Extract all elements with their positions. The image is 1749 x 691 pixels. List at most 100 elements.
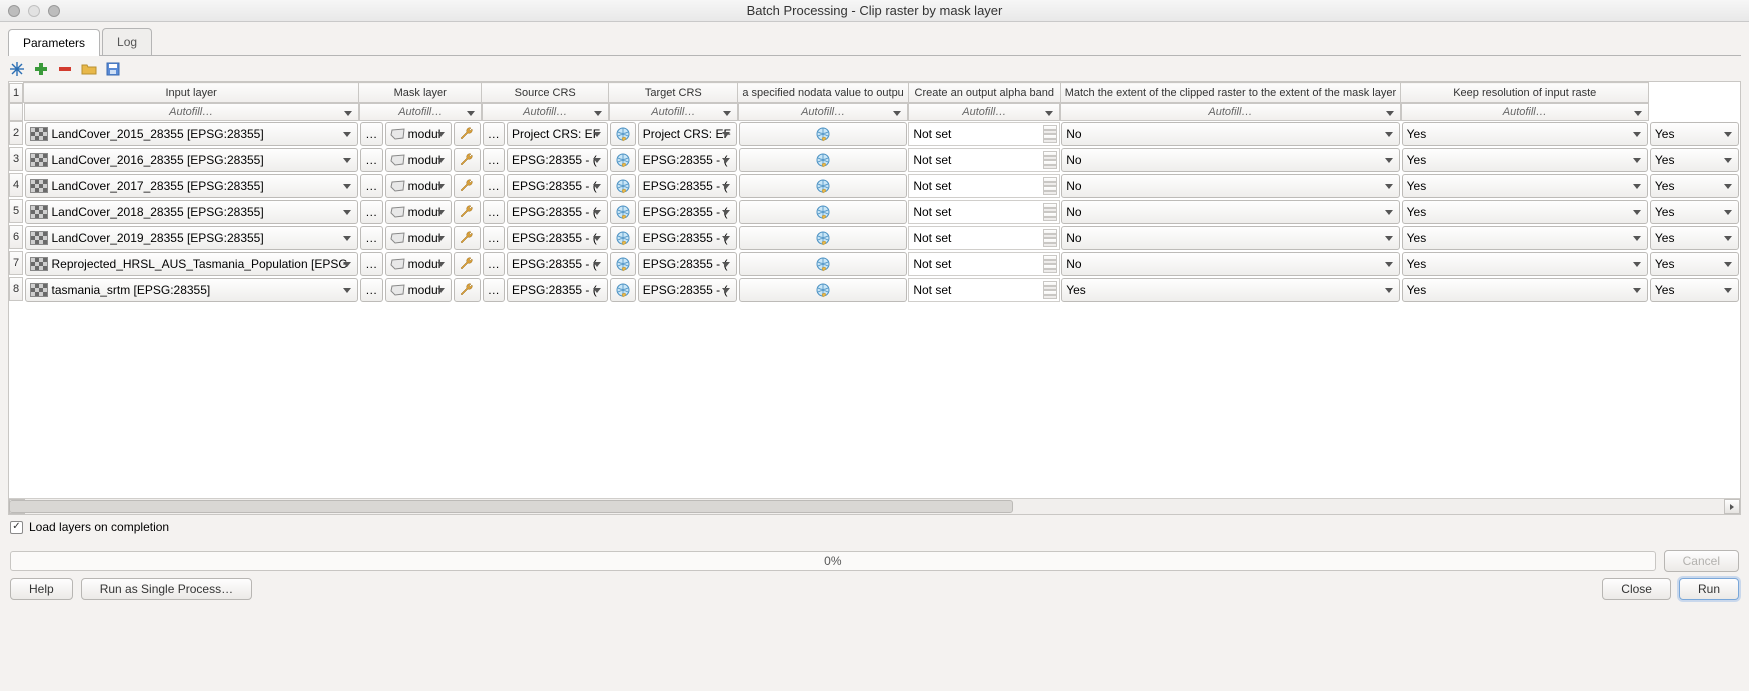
nodata-input[interactable]: Not set	[908, 174, 1060, 198]
input-layer-browse[interactable]: …	[360, 174, 383, 198]
mask-layer-selector[interactable]: modul	[385, 122, 452, 146]
input-layer-selector[interactable]: Reprojected_HRSL_AUS_Tasmania_Population…	[25, 252, 358, 276]
col-match-extent[interactable]: Match the extent of the clipped raster t…	[1060, 83, 1400, 103]
autofill-nodata[interactable]: Autofill…	[738, 103, 908, 121]
keep-resolution-selector[interactable]: Yes	[1650, 252, 1739, 276]
col-target-crs[interactable]: Target CRS	[609, 83, 738, 103]
keep-resolution-selector[interactable]: Yes	[1650, 122, 1739, 146]
scroll-thumb[interactable]	[9, 500, 1013, 513]
source-crs-picker[interactable]	[610, 226, 636, 250]
source-crs-selector[interactable]: EPSG:28355 - (	[507, 200, 608, 224]
nodata-input[interactable]: Not set	[908, 200, 1060, 224]
target-crs-selector[interactable]: EPSG:28355 - (	[638, 252, 737, 276]
target-crs-picker[interactable]	[739, 122, 907, 146]
tab-parameters[interactable]: Parameters	[8, 29, 100, 56]
mask-browse-button[interactable]: …	[483, 278, 505, 302]
mask-browse-button[interactable]: …	[483, 252, 505, 276]
source-crs-selector[interactable]: EPSG:28355 - (	[507, 252, 608, 276]
mask-layer-selector[interactable]: modul	[385, 174, 452, 198]
mask-layer-selector[interactable]: modul	[385, 226, 452, 250]
input-layer-selector[interactable]: tasmania_srtm [EPSG:28355]	[25, 278, 358, 302]
input-layer-selector[interactable]: LandCover_2015_28355 [EPSG:28355]	[25, 122, 358, 146]
input-layer-browse[interactable]: …	[360, 200, 383, 224]
source-crs-picker[interactable]	[610, 174, 636, 198]
nodata-input[interactable]: Not set	[908, 148, 1060, 172]
keep-resolution-selector[interactable]: Yes	[1650, 174, 1739, 198]
alpha-selector[interactable]: No	[1061, 122, 1399, 146]
source-crs-selector[interactable]: Project CRS: EF	[507, 122, 608, 146]
target-crs-picker[interactable]	[739, 226, 907, 250]
match-extent-selector[interactable]: Yes	[1402, 252, 1648, 276]
source-crs-selector[interactable]: EPSG:28355 - (	[507, 226, 608, 250]
col-source-crs[interactable]: Source CRS	[482, 83, 609, 103]
target-crs-selector[interactable]: EPSG:28355 - (	[638, 200, 737, 224]
nodata-spinner[interactable]	[1043, 125, 1057, 143]
horizontal-scrollbar[interactable]	[9, 498, 1740, 514]
target-crs-picker[interactable]	[739, 252, 907, 276]
target-crs-selector[interactable]: Project CRS: EF	[638, 122, 737, 146]
input-layer-selector[interactable]: LandCover_2017_28355 [EPSG:28355]	[25, 174, 358, 198]
open-icon[interactable]	[80, 60, 98, 78]
nodata-input[interactable]: Not set	[908, 252, 1060, 276]
match-extent-selector[interactable]: Yes	[1402, 200, 1648, 224]
target-crs-picker[interactable]	[739, 200, 907, 224]
input-layer-selector[interactable]: LandCover_2019_28355 [EPSG:28355]	[25, 226, 358, 250]
col-input-layer[interactable]: Input layer	[24, 83, 359, 103]
col-mask-layer[interactable]: Mask layer	[359, 83, 482, 103]
close-button[interactable]: Close	[1602, 578, 1671, 600]
autofill-target-crs[interactable]: Autofill…	[609, 103, 738, 121]
target-crs-picker[interactable]	[739, 278, 907, 302]
load-layers-checkbox[interactable]: ✓	[10, 521, 23, 534]
keep-resolution-selector[interactable]: Yes	[1650, 148, 1739, 172]
nodata-input[interactable]: Not set	[908, 226, 1060, 250]
alpha-selector[interactable]: No	[1061, 226, 1399, 250]
source-crs-selector[interactable]: EPSG:28355 - (	[507, 278, 608, 302]
target-crs-picker[interactable]	[739, 174, 907, 198]
input-layer-browse[interactable]: …	[360, 148, 383, 172]
mask-iterate-button[interactable]	[454, 122, 481, 146]
nodata-spinner[interactable]	[1043, 203, 1057, 221]
alpha-selector[interactable]: Yes	[1061, 278, 1399, 302]
target-crs-selector[interactable]: EPSG:28355 - (	[638, 148, 737, 172]
nodata-spinner[interactable]	[1043, 255, 1057, 273]
target-crs-selector[interactable]: EPSG:28355 - (	[638, 174, 737, 198]
source-crs-selector[interactable]: EPSG:28355 - (	[507, 174, 608, 198]
nodata-spinner[interactable]	[1043, 151, 1057, 169]
autofill-keep[interactable]: Autofill…	[1401, 103, 1649, 121]
input-layer-browse[interactable]: …	[360, 122, 383, 146]
keep-resolution-selector[interactable]: Yes	[1650, 200, 1739, 224]
nodata-spinner[interactable]	[1043, 281, 1057, 299]
run-button[interactable]: Run	[1679, 578, 1739, 600]
source-crs-picker[interactable]	[610, 252, 636, 276]
col-alpha[interactable]: Create an output alpha band	[908, 83, 1060, 103]
input-layer-browse[interactable]: …	[360, 252, 383, 276]
mask-browse-button[interactable]: …	[483, 174, 505, 198]
mask-iterate-button[interactable]	[454, 200, 481, 224]
mask-layer-selector[interactable]: modul	[385, 278, 452, 302]
mask-browse-button[interactable]: …	[483, 148, 505, 172]
mask-browse-button[interactable]: …	[483, 226, 505, 250]
mask-iterate-button[interactable]	[454, 252, 481, 276]
source-crs-picker[interactable]	[610, 122, 636, 146]
nodata-spinner[interactable]	[1043, 229, 1057, 247]
target-crs-selector[interactable]: EPSG:28355 - (	[638, 278, 737, 302]
mask-layer-selector[interactable]: modul	[385, 148, 452, 172]
keep-resolution-selector[interactable]: Yes	[1650, 226, 1739, 250]
input-layer-browse[interactable]: …	[360, 226, 383, 250]
nodata-input[interactable]: Not set	[908, 122, 1060, 146]
autofill-source-crs[interactable]: Autofill…	[482, 103, 609, 121]
scroll-right-icon[interactable]	[1724, 499, 1740, 514]
mask-iterate-button[interactable]	[454, 226, 481, 250]
autofill-match[interactable]: Autofill…	[1060, 103, 1400, 121]
target-crs-selector[interactable]: EPSG:28355 - (	[638, 226, 737, 250]
add-row-icon[interactable]	[32, 60, 50, 78]
match-extent-selector[interactable]: Yes	[1402, 122, 1648, 146]
input-layer-selector[interactable]: LandCover_2016_28355 [EPSG:28355]	[25, 148, 358, 172]
mask-iterate-button[interactable]	[454, 148, 481, 172]
mask-iterate-button[interactable]	[454, 278, 481, 302]
match-extent-selector[interactable]: Yes	[1402, 174, 1648, 198]
run-single-button[interactable]: Run as Single Process…	[81, 578, 252, 600]
advanced-icon[interactable]	[8, 60, 26, 78]
col-keep-resolution[interactable]: Keep resolution of input raste	[1401, 83, 1649, 103]
alpha-selector[interactable]: No	[1061, 252, 1399, 276]
